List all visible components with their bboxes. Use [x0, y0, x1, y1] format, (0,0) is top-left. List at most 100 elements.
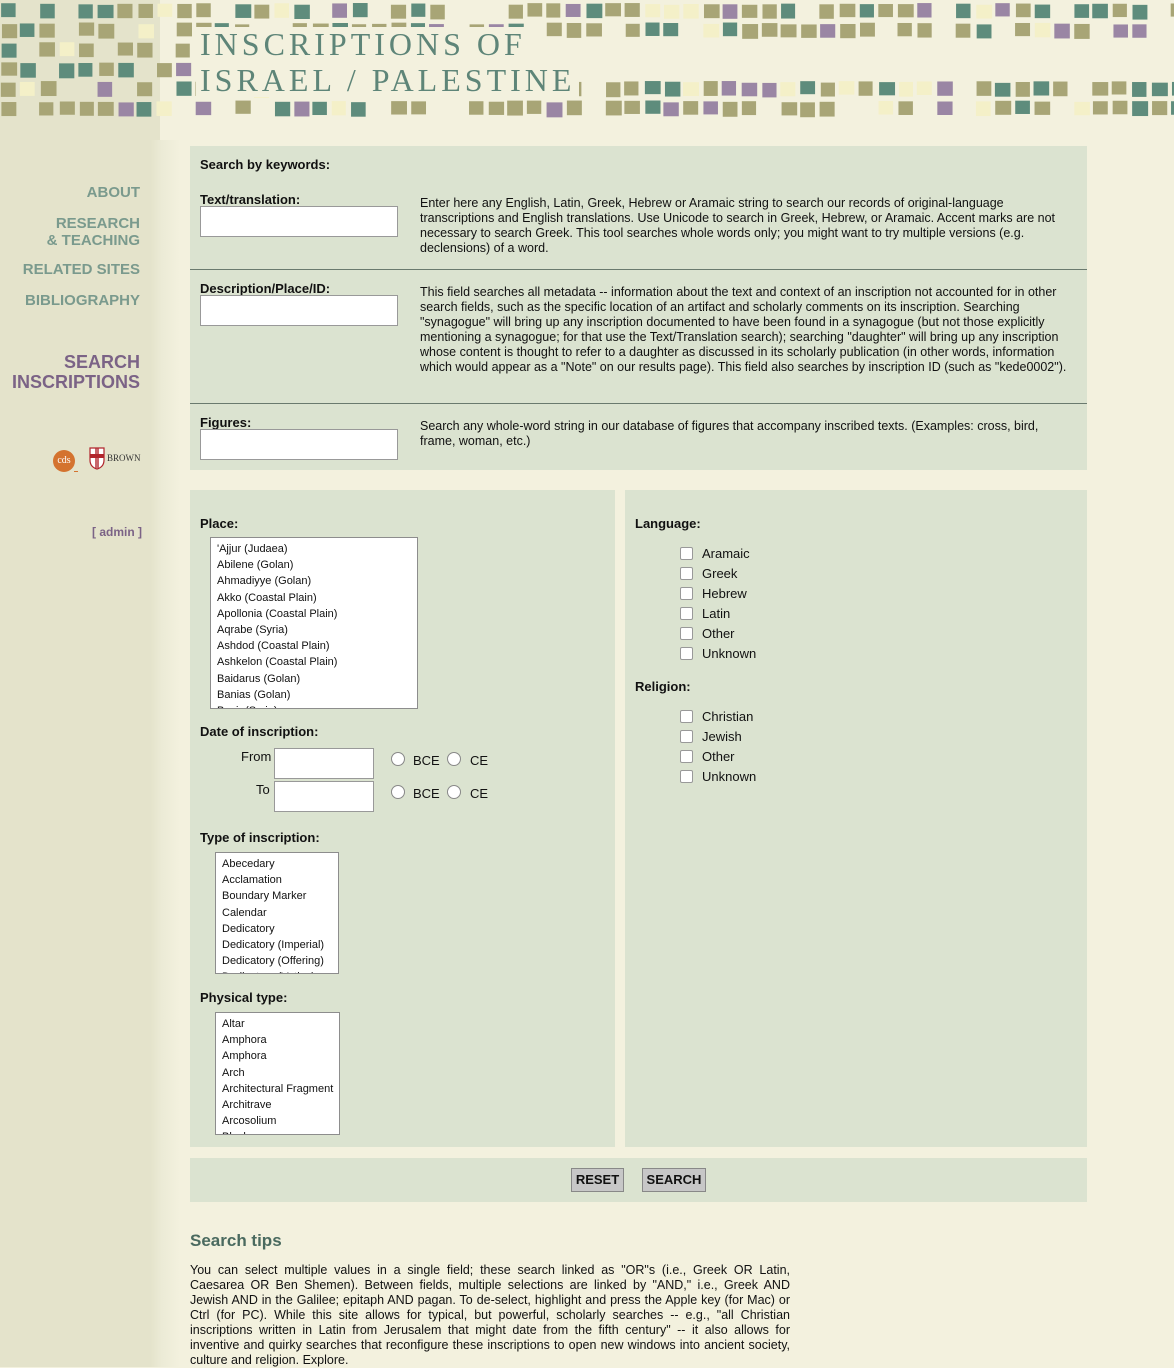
mosaic-tile — [294, 101, 310, 117]
checkbox-hebrew[interactable] — [680, 587, 693, 600]
type-listbox[interactable]: Abecedary Acclamation Boundary Marker Calen… — [215, 852, 339, 974]
list-option[interactable]: Amphora — [222, 1032, 333, 1048]
mosaic-tile — [1113, 24, 1128, 38]
date-from-input[interactable] — [274, 748, 374, 779]
list-option[interactable]: Amphora — [222, 1048, 333, 1064]
list-option[interactable]: Dedicatory (Votive) — [222, 969, 332, 973]
mosaic-tile — [917, 3, 932, 18]
list-option[interactable]: Arch — [222, 1065, 333, 1081]
sidebar-edge — [150, 140, 180, 1367]
list-option[interactable]: Abilene (Golan) — [217, 557, 411, 573]
search-button[interactable]: SEARCH — [642, 1168, 706, 1192]
reset-button[interactable]: RESET — [571, 1168, 624, 1192]
mosaic-tile — [19, 81, 35, 96]
mosaic-tile — [683, 101, 699, 115]
list-option[interactable]: Block — [222, 1129, 333, 1134]
list-option[interactable]: Dedicatory (Offering) — [222, 953, 332, 969]
button-bar — [190, 1158, 1087, 1202]
list-option[interactable]: Banias (Golan) — [217, 687, 411, 703]
mosaic-tile — [1092, 3, 1108, 19]
mosaic-tile — [955, 23, 971, 38]
mosaic-tile — [0, 82, 16, 97]
list-option[interactable]: Acclamation — [222, 872, 332, 888]
checkbox-other[interactable] — [680, 627, 693, 640]
language-label: Language: — [635, 516, 701, 531]
nav-search-inscriptions[interactable]: SEARCH INSCRIPTIONS — [12, 352, 140, 392]
divider-2 — [190, 403, 1087, 404]
list-option[interactable]: Dedicatory — [222, 921, 332, 937]
from-label: From — [241, 749, 272, 764]
mosaic-tile — [859, 22, 875, 37]
nav-related-sites[interactable]: RELATED SITES — [23, 261, 140, 278]
mosaic-tile — [411, 3, 426, 17]
physical-type-listbox[interactable]: Altar Amphora Amphora Arch Architectural Fra… — [215, 1012, 340, 1135]
figures-input[interactable] — [200, 429, 398, 460]
from-ce-radio[interactable] — [447, 752, 461, 766]
to-ce-radio[interactable] — [447, 785, 461, 799]
list-option[interactable]: Akko (Coastal Plain) — [217, 590, 411, 606]
list-option[interactable]: Bosir (Syria) — [217, 703, 411, 708]
mosaic-banner — [0, 0, 1174, 140]
mosaic-tile — [176, 62, 192, 77]
nav-search-line2: INSCRIPTIONS — [11, 372, 140, 392]
mosaic-tile — [118, 62, 134, 78]
list-option[interactable]: Calendar — [222, 905, 332, 921]
list-option[interactable]: Dedicatory (Imperial) — [222, 937, 332, 953]
brown-shield-icon[interactable] — [89, 446, 105, 470]
checkbox-other[interactable] — [680, 750, 693, 763]
nav-research-line2: & TEACHING — [46, 232, 140, 249]
site-title-line2: ISRAEL / PALESTINE — [196, 63, 580, 97]
nav-bibliography[interactable]: BIBLIOGRAPHY — [25, 292, 140, 309]
mosaic-tile — [235, 100, 251, 114]
from-bce-radio[interactable] — [391, 752, 405, 766]
mosaic-tile — [1112, 100, 1128, 115]
list-option[interactable]: Altar — [222, 1016, 333, 1032]
mosaic-tile — [781, 3, 796, 19]
mosaic-tile — [136, 102, 152, 117]
checkbox-unknown[interactable] — [680, 647, 693, 660]
list-option[interactable]: Ashdod (Coastal Plain) — [217, 638, 411, 654]
cds-logo[interactable]: cds — [53, 450, 75, 472]
list-option[interactable]: Ahmadiyye (Golan) — [217, 573, 411, 589]
mosaic-tile — [762, 4, 777, 19]
checkbox-christian[interactable] — [680, 710, 693, 723]
mosaic-tile — [1015, 3, 1031, 18]
to-bce-radio[interactable] — [391, 785, 405, 799]
list-option[interactable]: Aqrabe (Syria) — [217, 622, 411, 638]
nav-about[interactable]: ABOUT — [87, 184, 140, 201]
checkbox-greek[interactable] — [680, 567, 693, 580]
list-option[interactable]: Abecedary — [222, 856, 332, 872]
to-ce-label: CE — [470, 786, 489, 801]
checkbox-aramaic[interactable] — [680, 547, 693, 560]
admin-link[interactable]: [ admin ] — [92, 525, 142, 539]
type-label: Type of inscription: — [200, 830, 320, 845]
place-listbox[interactable]: 'Ajjur (Judaea) Abilene (Golan) Ahmadiyye … — [210, 537, 418, 709]
checkbox-jewish[interactable] — [680, 730, 693, 743]
search-tips-body: You can select multiple values in a sing… — [190, 1263, 790, 1367]
mosaic-tile — [683, 82, 699, 97]
checkbox-latin[interactable] — [680, 607, 693, 620]
list-option[interactable]: Ashkelon (Coastal Plain) — [217, 654, 411, 670]
date-to-input[interactable] — [274, 781, 374, 812]
mosaic-tile — [741, 4, 758, 18]
nav-research[interactable]: RESEARCH & TEACHING — [47, 215, 140, 249]
checkbox-label: Other — [702, 749, 735, 764]
mosaic-tile — [1, 24, 18, 39]
list-option[interactable]: Architrave — [222, 1097, 333, 1113]
list-option[interactable]: Architectural Fragment — [222, 1081, 333, 1097]
list-option[interactable]: Boundary Marker — [222, 888, 332, 904]
list-option[interactable]: 'Ajjur (Judaea) — [217, 541, 411, 557]
mosaic-tile — [624, 3, 640, 17]
search-tips-title: Search tips — [190, 1231, 282, 1250]
sidebar — [0, 0, 160, 1367]
mosaic-tile — [703, 81, 718, 96]
text-translation-input[interactable] — [200, 206, 398, 237]
list-option[interactable]: Arcosolium — [222, 1113, 333, 1129]
list-option[interactable]: Baidarus (Golan) — [217, 671, 411, 687]
nav-search-line1: SEARCH — [63, 352, 140, 372]
religion-label: Religion: — [635, 679, 691, 694]
checkbox-unknown[interactable] — [680, 770, 693, 783]
mosaic-tile — [351, 102, 366, 117]
description-input[interactable] — [200, 295, 398, 326]
list-option[interactable]: Apollonia (Coastal Plain) — [217, 606, 411, 622]
